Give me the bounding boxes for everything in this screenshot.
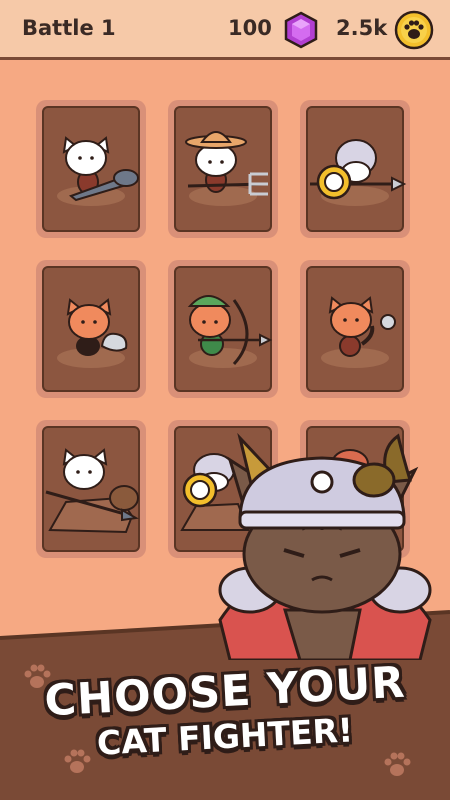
fighter-card-knight-cat[interactable] <box>300 100 410 238</box>
paw-print-icon <box>384 752 411 776</box>
stone-thrower-cat-icon <box>321 296 396 368</box>
fighter-card-thrower-cat[interactable] <box>300 260 410 398</box>
fighter-card-rock-cat[interactable] <box>36 260 146 398</box>
viking-cat-mascot-icon <box>218 432 432 660</box>
battle-title: Battle 1 <box>22 16 116 40</box>
coin-count: 2.5k <box>336 16 388 40</box>
fighter-card-club-cat[interactable] <box>36 100 146 238</box>
purple-gem-icon[interactable] <box>282 11 320 49</box>
shield-spear-knight-cat-icon <box>310 139 407 206</box>
dog-rider-cat-icon <box>45 448 140 534</box>
fighter-card-archer-cat[interactable] <box>168 260 278 398</box>
gem-count: 100 <box>228 16 272 40</box>
archer-cat-icon <box>187 295 273 368</box>
top-bar: Battle 1 100 2.5k <box>0 0 450 60</box>
fighter-card-rider-cat[interactable] <box>36 420 146 558</box>
paw-coin-icon[interactable] <box>394 10 434 50</box>
club-cat-icon <box>57 136 139 206</box>
fighter-card-farmer-cat[interactable] <box>168 100 278 238</box>
rock-cat-icon <box>57 298 128 368</box>
pitchfork-cat-icon <box>185 131 268 206</box>
